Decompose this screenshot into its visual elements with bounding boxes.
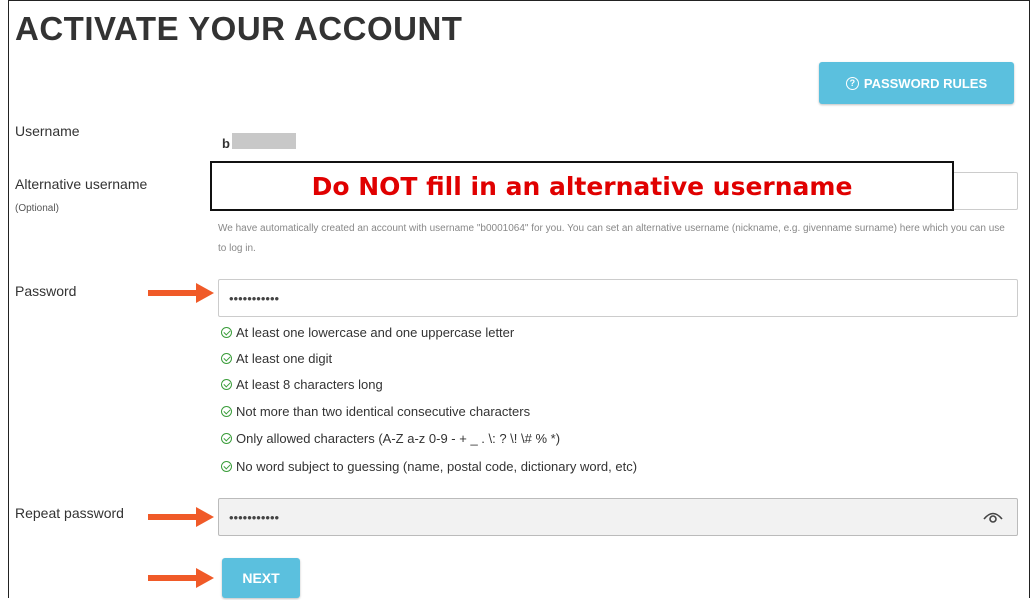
arrow-right-icon: [148, 283, 214, 303]
alternative-username-help: We have automatically created an account…: [218, 223, 1005, 254]
rule-item: Not more than two identical consecutive …: [221, 404, 530, 419]
password-rules-label: PASSWORD RULES: [863, 75, 988, 91]
question-circle-icon: ?: [845, 76, 859, 90]
repeat-password-label: Repeat password: [15, 505, 124, 521]
arrow-right-icon: [148, 507, 214, 527]
rule-text: At least one digit: [236, 351, 333, 366]
check-circle-icon: [221, 379, 232, 390]
check-circle-icon: [221, 433, 232, 444]
check-circle-icon: [221, 327, 232, 338]
password-label: Password: [15, 283, 77, 299]
username-label: Username: [15, 123, 80, 139]
rule-text: At least one lowercase and one uppercase…: [236, 325, 515, 340]
rule-item: No word subject to guessing (name, posta…: [221, 459, 637, 474]
password-rules-button[interactable]: ? PASSWORD RULES: [819, 62, 1014, 104]
rule-text: At least 8 characters long: [236, 377, 383, 392]
username-redaction: [232, 133, 296, 149]
rule-item: At least one digit: [221, 351, 332, 366]
rule-text: Not more than two identical consecutive …: [236, 404, 531, 419]
alternative-username-optional: (Optional): [15, 203, 59, 214]
username-value: b: [222, 136, 230, 151]
rule-item: At least 8 characters long: [221, 377, 383, 392]
password-input[interactable]: •••••••••••: [218, 279, 1018, 317]
check-circle-icon: [221, 406, 232, 417]
rule-item: At least one lowercase and one uppercase…: [221, 325, 514, 340]
arrow-right-icon: [148, 568, 214, 588]
repeat-password-value: •••••••••••: [229, 509, 280, 525]
alternative-username-label: Alternative username: [15, 176, 148, 192]
rule-text: No word subject to guessing (name, posta…: [236, 459, 638, 474]
repeat-password-input[interactable]: •••••••••••: [218, 498, 1018, 536]
check-circle-icon: [221, 461, 232, 472]
page-title: ACTIVATE YOUR ACCOUNT: [15, 10, 463, 47]
rule-text: Only allowed characters (A-Z a-z 0-9 - +…: [236, 431, 561, 446]
do-not-fill-notice: Do NOT fill in an alternative username: [210, 161, 954, 211]
next-button[interactable]: NEXT: [222, 558, 300, 598]
eye-icon[interactable]: [983, 510, 1003, 524]
rule-item: Only allowed characters (A-Z a-z 0-9 - +…: [221, 431, 560, 446]
check-circle-icon: [221, 353, 232, 364]
